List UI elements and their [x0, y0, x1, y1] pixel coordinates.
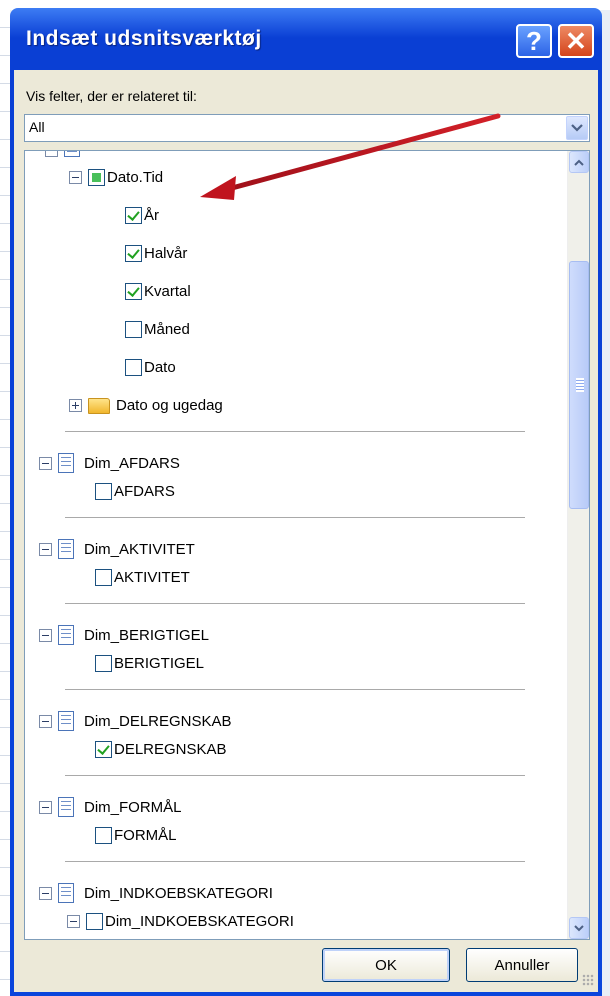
checkbox-maaned[interactable] — [125, 321, 142, 338]
tree-node-dim-formaal[interactable]: Dim_FORMÅL — [39, 797, 182, 817]
tree-node-label: Kvartal — [144, 283, 191, 300]
checkbox-formaal[interactable] — [95, 827, 112, 844]
collapse-icon[interactable] — [39, 628, 52, 642]
tree-node-delregnskab[interactable]: DELREGNSKAB — [95, 741, 227, 758]
scroll-down-button[interactable] — [569, 917, 589, 939]
checkbox-delregnskab[interactable] — [95, 741, 112, 758]
checkbox-aar[interactable] — [125, 207, 142, 224]
group-separator — [65, 775, 525, 776]
checkbox-dato[interactable] — [125, 359, 142, 376]
tree-node-aktivitet[interactable]: AKTIVITET — [95, 569, 190, 586]
vertical-scrollbar[interactable] — [567, 151, 589, 939]
tree-node-dim-delregnskab[interactable]: Dim_DELREGNSKAB — [39, 711, 232, 731]
collapse-icon — [45, 151, 58, 157]
tree-node-label: Dim_DELREGNSKAB — [84, 712, 232, 730]
tree-node-dim-indkoebskategori[interactable]: Dim_INDKOEBSKATEGORI — [39, 883, 273, 903]
tree-node-label: Dim_INDKOEBSKATEGORI — [105, 913, 294, 930]
tree-node-kvartal[interactable]: Kvartal — [125, 283, 191, 300]
collapse-icon[interactable] — [39, 456, 52, 470]
tree-node-label: År — [144, 207, 159, 224]
related-fields-dropdown[interactable]: All — [24, 114, 590, 142]
dropdown-arrow-button[interactable] — [566, 116, 588, 140]
tree-node-label: DELREGNSKAB — [114, 741, 227, 758]
tree-node-dim-aktivitet[interactable]: Dim_AKTIVITET — [39, 539, 195, 559]
tree-node-label: Dato.Tid — [107, 169, 164, 186]
group-separator — [65, 517, 525, 518]
checkbox-kvartal[interactable] — [125, 283, 142, 300]
ok-button[interactable]: OK — [322, 948, 450, 982]
scrollbar-thumb[interactable] — [569, 261, 589, 509]
checkbox-berigtigel[interactable] — [95, 655, 112, 672]
dialog-body: Vis felter, der er relateret til: All Da… — [14, 70, 598, 992]
tree-node-label: FORMÅL — [114, 827, 177, 844]
checkbox-afdars[interactable] — [95, 483, 112, 500]
title-bar[interactable]: Indsæt udsnitsværktøj ? ✕ — [14, 8, 598, 70]
checkbox-halvaar[interactable] — [125, 245, 142, 262]
grip-icon — [576, 378, 584, 392]
dialog-title: Indsæt udsnitsværktøj — [26, 27, 262, 50]
group-separator — [65, 861, 525, 862]
folder-icon — [88, 397, 110, 414]
dropdown-selected-value: All — [29, 119, 45, 135]
table-icon — [58, 883, 74, 903]
collapse-icon[interactable] — [39, 886, 52, 900]
tree-node-label: Dato — [144, 359, 176, 376]
insert-slicer-dialog: Indsæt udsnitsværktøj ? ✕ Vis felter, de… — [10, 8, 602, 996]
chevron-down-icon — [574, 924, 584, 931]
tree-node-label: Dato og ugedag — [116, 397, 223, 414]
tree-node-label: AKTIVITET — [114, 569, 190, 586]
table-icon — [58, 797, 74, 817]
close-button[interactable]: ✕ — [558, 24, 594, 58]
tree-node-label: Halvår — [144, 245, 188, 262]
table-icon — [58, 625, 74, 645]
group-separator — [65, 431, 525, 432]
chevron-up-icon — [574, 159, 584, 166]
collapse-icon[interactable] — [39, 714, 52, 728]
tree-node-label: Måned — [144, 321, 190, 338]
chevron-down-icon — [571, 124, 583, 132]
worksheet-edge — [0, 0, 10, 996]
related-fields-label: Vis felter, der er relateret til: — [26, 88, 197, 104]
tree-node-label: BERIGTIGEL — [114, 655, 205, 672]
tree-node-label: Dim_INDKOEBSKATEGORI — [84, 884, 273, 902]
table-icon — [58, 539, 74, 559]
tree-node-berigtigel[interactable]: BERIGTIGEL — [95, 655, 204, 672]
collapse-icon[interactable] — [39, 542, 52, 556]
cancel-button[interactable]: Annuller — [466, 948, 578, 982]
field-tree[interactable]: Dato.Tid År Halvår Kvartal Måned Dato Da… — [24, 150, 590, 940]
tree-node-indkoebskategori[interactable]: Dim_INDKOEBSKATEGORI — [67, 913, 294, 930]
tree-node-label: Dim_AFDARS — [84, 454, 180, 472]
tree-node-dato-og-ugedag[interactable]: Dato og ugedag — [69, 397, 223, 414]
tree-node-formaal[interactable]: FORMÅL — [95, 827, 177, 844]
tree-node-dim-afdars[interactable]: Dim_AFDARS — [39, 453, 180, 473]
group-separator — [65, 603, 525, 604]
table-icon — [64, 151, 80, 157]
table-icon — [58, 453, 74, 473]
expand-icon[interactable] — [69, 399, 82, 412]
table-icon — [58, 711, 74, 731]
tree-node-halvaar[interactable]: Halvår — [125, 245, 187, 262]
tree-node-label: Dim_FORMÅL — [84, 798, 182, 816]
tree-node-aar[interactable]: År — [125, 207, 159, 224]
collapse-icon[interactable] — [69, 171, 82, 184]
collapse-icon[interactable] — [67, 915, 80, 928]
tree-node-afdars[interactable]: AFDARS — [95, 483, 175, 500]
tree-node-dato[interactable]: Dato — [125, 359, 176, 376]
tree-node-dim-berigtigel[interactable]: Dim_BERIGTIGEL — [39, 625, 209, 645]
resize-grip-icon[interactable] — [582, 974, 594, 986]
tree-node-maaned[interactable]: Måned — [125, 321, 190, 338]
field-tree-content: Dato.Tid År Halvår Kvartal Måned Dato Da… — [25, 151, 565, 939]
checkbox-indkoebskategori[interactable] — [86, 913, 103, 930]
hierarchy-checkbox[interactable] — [88, 169, 105, 186]
scroll-up-button[interactable] — [569, 151, 589, 173]
tree-node-clipped — [45, 151, 90, 157]
group-separator — [65, 689, 525, 690]
checkbox-aktivitet[interactable] — [95, 569, 112, 586]
tree-node-dato-tid[interactable]: Dato.Tid — [69, 169, 163, 186]
collapse-icon[interactable] — [39, 800, 52, 814]
help-button[interactable]: ? — [516, 24, 552, 58]
tree-node-label: Dim_AKTIVITET — [84, 540, 195, 558]
tree-node-label: AFDARS — [114, 483, 175, 500]
tree-node-label: Dim_BERIGTIGEL — [84, 626, 210, 644]
